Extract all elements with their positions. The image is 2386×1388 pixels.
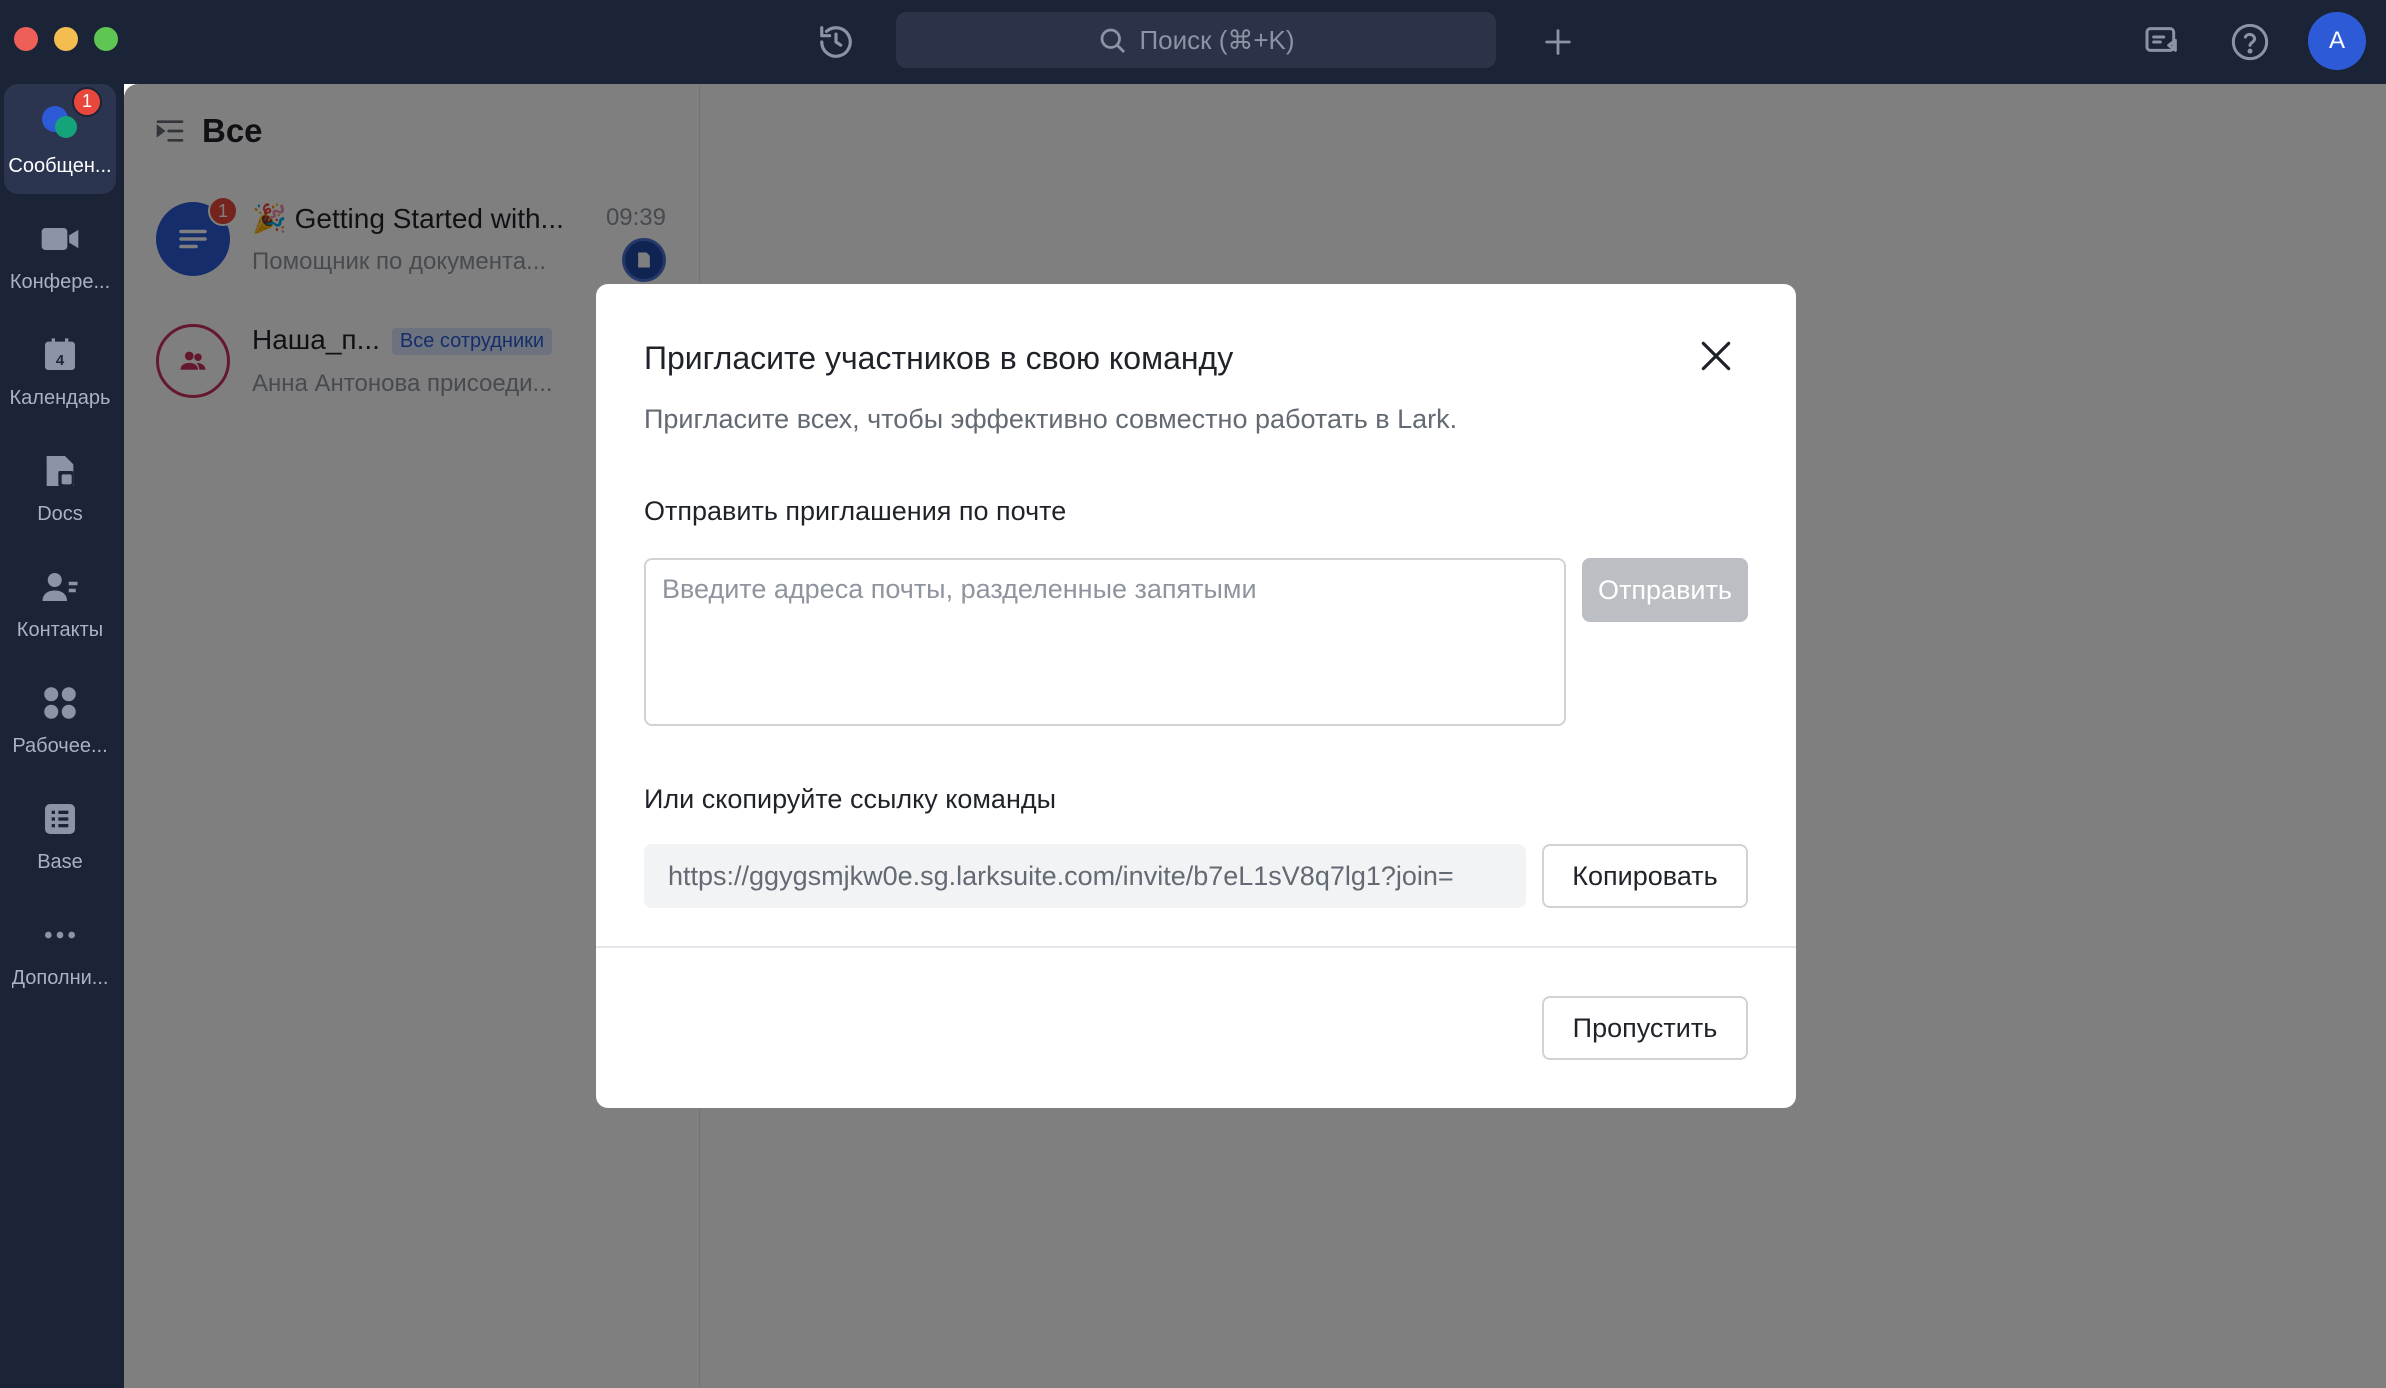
- invite-link-field[interactable]: https://ggygsmjkw0e.sg.larksuite.com/inv…: [644, 844, 1526, 908]
- sidebar-item-label: Рабочее...: [12, 734, 108, 757]
- sidebar-item-messages[interactable]: 1 Сообщен...: [4, 84, 116, 194]
- dialog-divider: [596, 946, 1796, 948]
- messages-badge: 1: [72, 86, 102, 117]
- history-button[interactable]: [812, 18, 860, 66]
- docs-icon: [38, 449, 82, 493]
- close-icon: [1701, 341, 1731, 371]
- sidebar-item-contacts[interactable]: Контакты: [4, 548, 116, 658]
- calendar-icon: 4: [38, 333, 82, 377]
- invite-members-dialog: Пригласите участников в свою команду При…: [596, 284, 1796, 1108]
- send-button[interactable]: Отправить: [1582, 558, 1748, 622]
- sidebar-item-meetings[interactable]: Конфере...: [4, 200, 116, 310]
- sidebar-item-base[interactable]: Base: [4, 780, 116, 890]
- sidebar-item-label: Docs: [37, 502, 83, 525]
- sidebar-item-label: Сообщен...: [8, 154, 112, 177]
- announcement-icon: [2145, 27, 2177, 52]
- dialog-description: Пригласите всех, чтобы эффективно совмес…: [644, 404, 1458, 434]
- close-button[interactable]: [1694, 334, 1738, 378]
- sidebar-item-workplace[interactable]: Рабочее...: [4, 664, 116, 774]
- search-placeholder: Поиск (⌘+K): [1139, 24, 1295, 55]
- copy-link-button[interactable]: Копировать: [1542, 844, 1748, 908]
- messages-icon: 1: [38, 86, 102, 145]
- history-icon: [820, 26, 852, 58]
- dialog-title: Пригласите участников в свою команду: [644, 340, 1234, 376]
- create-button[interactable]: [1534, 18, 1582, 66]
- sidebar-item-label: Конфере...: [9, 270, 111, 293]
- plus-icon: [1545, 29, 1571, 55]
- search-icon: [1101, 28, 1126, 53]
- title-bar: Поиск (⌘+K) A: [0, 0, 2386, 84]
- skip-button[interactable]: Пропустить: [1542, 996, 1748, 1060]
- help-button[interactable]: [2224, 16, 2276, 68]
- link-section-label: Или скопируйте ссылку команды: [644, 784, 1057, 814]
- more-dots-icon: [38, 913, 82, 957]
- sidebar-item-more[interactable]: Дополни...: [4, 896, 116, 1006]
- left-navigation-rail: 1 Сообщен... Конфере... 4 Календарь Docs…: [0, 84, 124, 1388]
- sidebar-item-label: Base: [37, 850, 83, 873]
- sidebar-item-docs[interactable]: Docs: [4, 432, 116, 542]
- search-bar[interactable]: Поиск (⌘+K): [896, 12, 1496, 68]
- email-addresses-input[interactable]: [644, 558, 1566, 726]
- sidebar-item-label: Календарь: [9, 386, 111, 409]
- window-close-button[interactable]: [14, 27, 38, 51]
- video-camera-icon: [38, 217, 82, 261]
- help-icon: [2231, 23, 2269, 61]
- email-section-label: Отправить приглашения по почте: [644, 496, 1067, 526]
- sidebar-item-calendar[interactable]: 4 Календарь: [4, 316, 116, 426]
- workplace-grid-icon: [38, 681, 82, 725]
- sidebar-item-label: Контакты: [16, 618, 104, 641]
- contacts-icon: [38, 565, 82, 609]
- sidebar-item-label: Дополни...: [11, 966, 109, 989]
- user-avatar[interactable]: A: [2308, 12, 2366, 70]
- svg-text:4: 4: [56, 352, 65, 369]
- announcements-button[interactable]: [2136, 16, 2188, 68]
- base-icon: [38, 797, 82, 841]
- window-maximize-button[interactable]: [94, 27, 118, 51]
- window-minimize-button[interactable]: [54, 27, 78, 51]
